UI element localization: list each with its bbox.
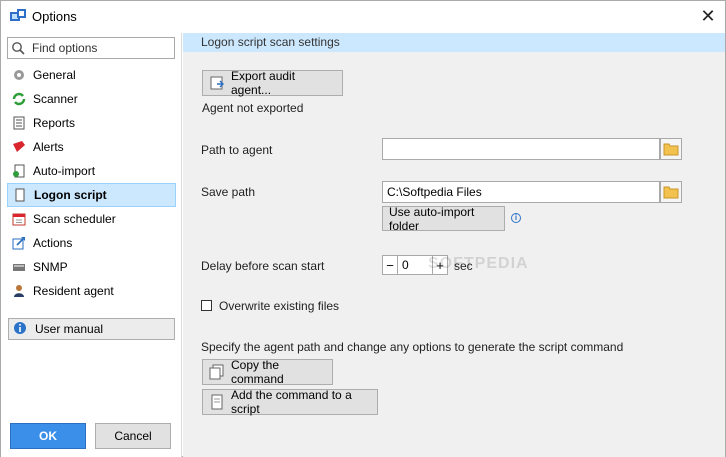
delay-label: Delay before scan start [201,259,325,273]
app-icon [10,9,26,21]
sidebar-item-alerts[interactable]: Alerts [7,135,176,159]
sidebar-item-auto-import[interactable]: Auto-import [7,159,176,183]
copy-icon [209,364,225,380]
instruction-text: Specify the agent path and change any op… [201,340,624,354]
sidebar-nav: General Scanner Reports Alerts Auto-impo… [7,63,176,303]
save-path-field[interactable]: C:\Softpedia Files [382,181,660,203]
path-to-agent-label: Path to agent [201,143,273,157]
window-title: Options [32,9,77,24]
add-command-label: Add the command to a script [231,388,352,416]
sidebar-item-label: Actions [33,236,73,250]
export-button-label: Export audit agent... [231,69,296,97]
export-icon [209,75,225,91]
overwrite-label: Overwrite existing files [219,299,340,313]
sidebar-item-label: Resident agent [33,284,114,298]
export-audit-agent-button[interactable]: Export audit agent... [202,69,343,97]
sidebar-item-scan-scheduler[interactable]: Scan scheduler [7,207,176,231]
sidebar-item-reports[interactable]: Reports [7,111,176,135]
sidebar-item-actions[interactable]: Actions [7,231,176,255]
actions-icon [11,235,27,251]
auto-import-icon [11,163,27,179]
close-icon: ✕ [700,6,716,26]
sidebar-item-label: Auto-import [33,164,96,178]
add-command-to-script-button[interactable]: Add the command to a script [202,388,378,416]
close-button[interactable]: ✕ [691,1,725,32]
sidebar-item-snmp[interactable]: SNMP [7,255,176,279]
gear-icon [11,67,27,83]
softpedia-watermark: SOFTPEDIA [428,255,529,272]
sidebar-item-label: Logon script [34,188,107,202]
search-placeholder: Find options [32,41,98,55]
sidebar-item-general[interactable]: General [7,63,176,87]
snmp-icon [11,259,27,275]
folder-icon [663,143,679,156]
sidebar-item-label: Reports [33,116,76,130]
path-to-agent-field[interactable] [382,138,660,160]
info-icon: i [511,213,521,223]
sidebar-item-label: Alerts [33,140,64,154]
sidebar-item-logon-script[interactable]: Logon script [7,183,176,207]
user-manual-label: User manual [35,322,104,336]
title-bar[interactable]: Options ✕ [1,1,725,32]
sidebar-item-scanner[interactable]: Scanner [7,87,176,111]
sidebar-item-label: SNMP [33,260,68,274]
sidebar-item-resident-agent[interactable]: Resident agent [7,279,176,303]
scanner-icon [11,91,27,107]
ok-button[interactable]: OK [10,423,86,449]
report-icon [11,115,27,131]
resident-agent-icon [11,283,27,299]
copy-command-label: Copy the command [231,358,284,386]
sidebar-item-label: Scan scheduler [33,212,116,226]
use-auto-import-folder-button[interactable]: Use auto-import folder [382,205,505,233]
info-icon [13,321,29,337]
cancel-button[interactable]: Cancel [95,423,171,449]
alert-icon [11,139,27,155]
section-header: Logon script scan settings [183,33,725,52]
script-icon [209,394,225,410]
browse-save-path-button[interactable] [660,181,682,203]
save-path-label: Save path [201,185,256,199]
export-status: Agent not exported [202,101,304,115]
browse-agent-path-button[interactable] [660,138,682,160]
sidebar: Find options General Scanner Reports Ale… [1,33,182,457]
search-icon [8,38,28,58]
sidebar-item-label: General [33,68,76,82]
user-manual-button[interactable]: User manual [8,318,175,340]
folder-icon [663,186,679,199]
search-input[interactable]: Find options [7,37,175,59]
content-panel: Logon script scan settings Export audit … [183,33,725,457]
sidebar-item-label: Scanner [33,92,78,106]
options-window: Options ✕ Find options General Scanner R… [0,0,726,457]
logon-script-icon [12,187,28,203]
overwrite-checkbox[interactable] [201,300,212,311]
calendar-icon [11,211,27,227]
copy-command-button[interactable]: Copy the command [202,358,333,386]
decrement-button[interactable]: − [382,255,398,275]
